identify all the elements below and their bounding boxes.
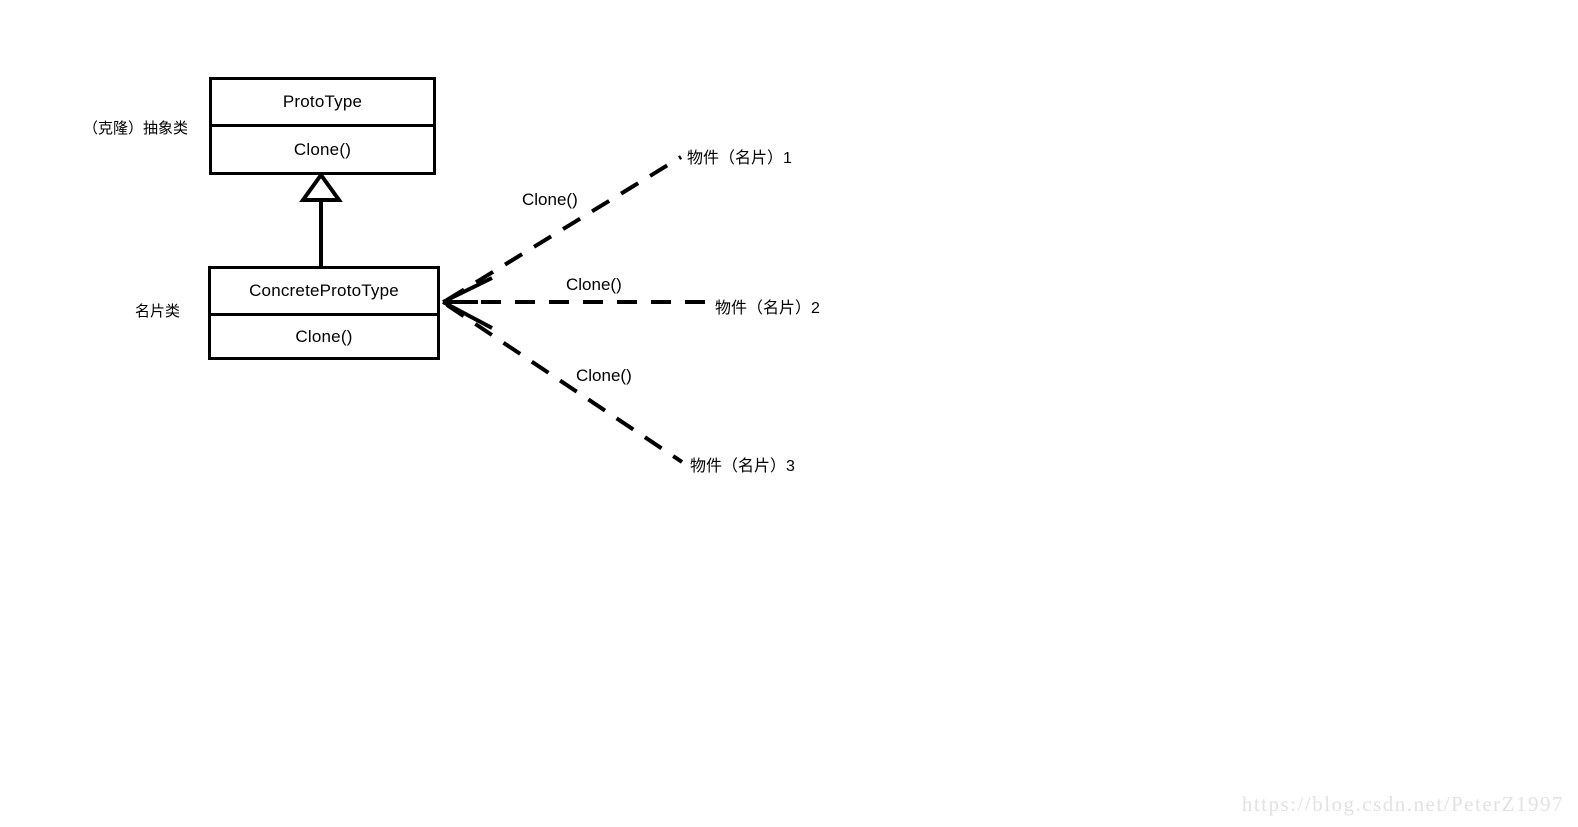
generalization-triangle-icon bbox=[299, 171, 343, 202]
clone-target-label-1: 物件（名片）1 bbox=[687, 150, 792, 167]
side-label-concrete-prototype: 名片类 bbox=[135, 303, 181, 320]
clone-edge-1-label: Clone() bbox=[522, 190, 578, 209]
clone-edge-1-line bbox=[445, 155, 683, 302]
clone-target-label-2: 物件（名片）2 bbox=[715, 300, 820, 317]
uml-class-prototype-name: ProtoType bbox=[212, 80, 433, 127]
uml-class-concrete-prototype[interactable]: ConcreteProtoType Clone() bbox=[208, 266, 440, 360]
clone-edge-2-label: Clone() bbox=[566, 275, 622, 294]
side-label-prototype: （克隆）抽象类 bbox=[83, 120, 189, 137]
uml-class-concrete-prototype-name: ConcreteProtoType bbox=[211, 269, 437, 316]
clone-target-label-3: 物件（名片）3 bbox=[690, 458, 795, 475]
clone-edge-3-line bbox=[445, 303, 684, 464]
clone-edge-3-label: Clone() bbox=[576, 366, 632, 385]
watermark: https://blog.csdn.net/PeterZ1997 bbox=[1241, 792, 1564, 816]
uml-class-prototype[interactable]: ProtoType Clone() bbox=[209, 77, 436, 175]
uml-class-concrete-prototype-operation: Clone() bbox=[295, 326, 353, 346]
uml-class-prototype-operation: Clone() bbox=[293, 139, 352, 159]
